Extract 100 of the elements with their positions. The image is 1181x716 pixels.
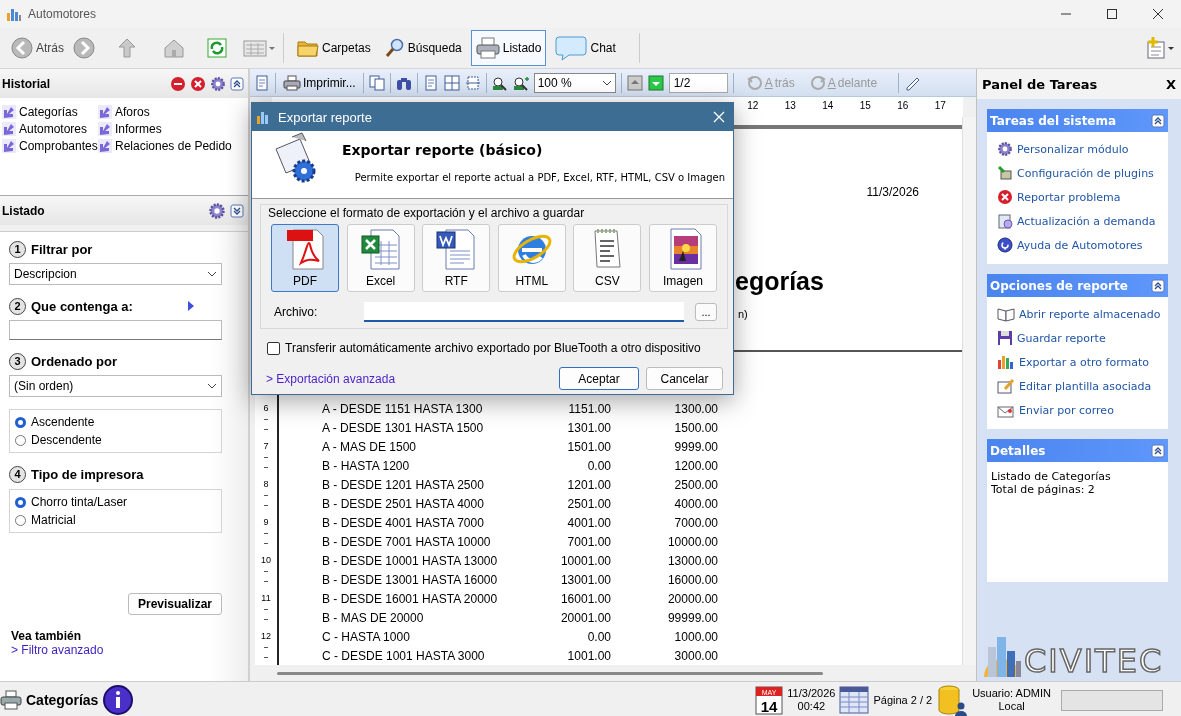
checkbox[interactable] [267, 341, 280, 355]
task-link[interactable]: Editar plantilla asociada [1019, 377, 1152, 395]
collapse-icon[interactable] [1151, 113, 1165, 128]
field-label: Archivo: [273, 305, 319, 319]
history-link[interactable]: Automotores [19, 121, 88, 136]
page-width-icon[interactable] [464, 74, 481, 91]
close-icon[interactable] [190, 75, 206, 92]
status-user: Usuario: ADMIN [972, 687, 1051, 700]
preview-button[interactable]: Previsualizar [127, 593, 222, 615]
format-option[interactable]: Excel [346, 224, 415, 292]
close-icon[interactable] [1152, 8, 1164, 20]
spreadsheet-file-icon [358, 227, 403, 271]
table-cell-text: 13000.00 [666, 553, 718, 568]
view-tab[interactable]: Chat [550, 30, 621, 66]
task-link[interactable]: Configuración de plugins [1017, 164, 1154, 182]
collapse-icon[interactable] [1151, 278, 1165, 293]
filter-text-field[interactable] [9, 320, 222, 340]
folder-icon [297, 38, 319, 58]
advanced-filter-link[interactable]: > Filtro avanzado [9, 643, 222, 657]
view-tab[interactable]: Listado [470, 30, 547, 66]
cancel-button[interactable]: Cancelar [646, 367, 723, 390]
maximize-icon[interactable] [1106, 8, 1118, 20]
accept-button[interactable]: Aceptar [559, 367, 639, 390]
page-number-field[interactable]: 1/2 [668, 72, 728, 93]
see-also-heading: Vea también [10, 629, 83, 643]
printer-icon [283, 74, 301, 91]
history-link[interactable]: Categorías [19, 104, 78, 119]
multi-page-icon[interactable] [443, 74, 460, 91]
table-cell-text: C - DESDE 1001 HASTA 3000 [322, 648, 486, 663]
table-cell-text: B - DESDE 1201 HASTA 2500 [322, 477, 485, 492]
expand-icon[interactable] [230, 203, 244, 218]
radio-button[interactable] [15, 434, 26, 446]
close-button[interactable]: X [1165, 76, 1176, 92]
speech-bubble-icon [555, 35, 588, 61]
settings-icon[interactable] [210, 75, 226, 92]
format-option[interactable]: RTF [422, 224, 491, 292]
radio-button[interactable] [15, 416, 26, 428]
task-link[interactable]: Actualización a demanda [1017, 212, 1156, 230]
format-option[interactable]: HTML [497, 224, 566, 292]
zoom-out-icon[interactable] [491, 74, 508, 91]
panel-title: Panel de Tareas [982, 76, 1098, 92]
new-item-icon[interactable] [1145, 36, 1175, 60]
task-link[interactable]: Reportar problema [1017, 188, 1121, 206]
dropdown[interactable]: (Sin orden) [9, 375, 222, 397]
zoom-in-icon[interactable] [512, 74, 529, 91]
browse-button[interactable]: ... [695, 303, 717, 321]
format-option[interactable]: PDF [271, 224, 339, 292]
history-link[interactable]: Informes [115, 121, 162, 136]
view-tab[interactable]: Carpetas [292, 30, 376, 66]
table-cell-text: A - DESDE 1151 HASTA 1300 [322, 401, 484, 416]
task-link[interactable]: Enviar por correo [1019, 401, 1114, 419]
history-link[interactable]: Aforos [115, 104, 150, 119]
shortcut-arrow-icon [98, 104, 112, 119]
task-link[interactable]: Abrir reporte almacenado [1019, 305, 1161, 323]
copy-icon[interactable] [368, 74, 385, 91]
task-link[interactable]: Ayuda de Automotores [1017, 236, 1143, 254]
task-link[interactable]: Guardar reporte [1017, 329, 1106, 347]
zoom-dropdown[interactable]: 100 % [533, 72, 616, 93]
task-link[interactable]: Personalizar módulo [1017, 140, 1129, 158]
table-cell-text: 7000.00 [673, 515, 718, 530]
back-button[interactable]: Atrás [6, 30, 69, 66]
first-page-icon[interactable] [626, 74, 643, 91]
plugin-icon [997, 165, 1013, 181]
history-link[interactable]: Comprobantes [19, 138, 98, 153]
table-cell-text: 1501.00 [566, 439, 611, 454]
format-option[interactable]: Imagen [648, 224, 717, 292]
radio-button[interactable] [15, 496, 26, 508]
dropdown[interactable]: Descripcion [9, 263, 222, 285]
file-path-field[interactable] [364, 302, 684, 322]
table-cell-text: 9999.00 [673, 439, 718, 454]
collapse-icon[interactable] [1151, 443, 1165, 458]
radio-label: Chorro tinta/Laser [31, 495, 128, 509]
play-arrow-icon[interactable] [186, 300, 195, 312]
table-cell-text: 16001.00 [559, 591, 611, 606]
single-page-icon[interactable] [422, 74, 439, 91]
refresh-icon[interactable] [207, 37, 227, 59]
document-icon[interactable] [254, 74, 270, 91]
printer-icon [0, 690, 22, 710]
vertical-scrollbar[interactable] [962, 117, 976, 665]
settings-icon[interactable] [208, 201, 226, 220]
step-number: 3 [9, 352, 26, 370]
step-label: Filtrar por [31, 241, 93, 257]
checkbox-label: Transferir automáticamente archivo exportado por BlueTooth a otro dispositivo [285, 341, 701, 355]
table-cell-text: 7001.00 [566, 534, 611, 549]
history-link[interactable]: Relaciones de Pedido [115, 138, 232, 153]
task-link[interactable]: Exportar a otro formato [1019, 353, 1149, 371]
step-label: Que contenga a: [31, 298, 133, 314]
table-cell-text: 1001.00 [566, 648, 611, 663]
print-button[interactable]: Imprimir... [281, 74, 358, 91]
close-button[interactable] [713, 111, 725, 123]
view-tab[interactable]: Búsqueda [379, 30, 467, 66]
info-icon[interactable] [102, 684, 135, 716]
last-page-icon[interactable] [647, 74, 664, 91]
format-option[interactable]: CSV [573, 224, 642, 292]
remove-icon[interactable] [170, 75, 186, 92]
radio-button[interactable] [15, 514, 26, 526]
collapse-icon[interactable] [230, 76, 244, 91]
table-cell-text: B - DESDE 16001 HASTA 20000 [322, 591, 499, 606]
advanced-export-link[interactable]: > Exportación avanzada [266, 371, 552, 386]
horizontal-scrollbar[interactable] [277, 671, 823, 675]
